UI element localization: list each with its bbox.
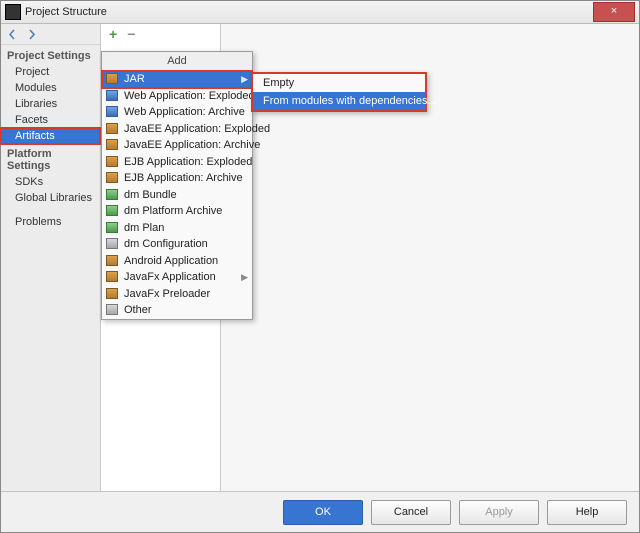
- sidebar-heading: Platform Settings: [1, 144, 100, 174]
- artifact-type-icon: [106, 73, 120, 85]
- add-menu-item[interactable]: dm Bundle: [102, 187, 252, 204]
- add-menu-item[interactable]: dm Configuration: [102, 236, 252, 253]
- add-menu-item-label: Web Application: Exploded: [124, 90, 255, 102]
- add-menu-item-label: dm Configuration: [124, 238, 208, 250]
- add-menu-item[interactable]: JAR ▶: [102, 71, 252, 88]
- jar-submenu-item[interactable]: From modules with dependencies...: [253, 92, 425, 110]
- nav-forward-icon[interactable]: [26, 29, 37, 40]
- add-menu-item[interactable]: JavaFx Preloader: [102, 286, 252, 303]
- add-menu-item-label: JavaFx Application: [124, 271, 216, 283]
- jar-submenu-item[interactable]: Empty: [253, 74, 425, 92]
- add-menu-item[interactable]: Web Application: Exploded: [102, 88, 252, 105]
- sidebar-item-problems[interactable]: Problems: [1, 214, 100, 230]
- content-area: Project SettingsProjectModulesLibrariesF…: [1, 24, 639, 491]
- artifact-type-icon: [106, 205, 120, 217]
- add-menu-item-label: EJB Application: Archive: [124, 172, 243, 184]
- add-menu-item-label: Android Application: [124, 255, 218, 267]
- artifact-type-icon: [106, 304, 120, 316]
- artifacts-toolbar: + −: [101, 24, 220, 45]
- jar-submenu-item-label: From modules with dependencies...: [257, 95, 437, 107]
- add-menu-item[interactable]: Other: [102, 302, 252, 319]
- artifact-type-icon: [106, 222, 120, 234]
- project-structure-window: Project Structure × Project SettingsProj…: [0, 0, 640, 533]
- jar-submenu-item-label: Empty: [257, 77, 294, 89]
- add-menu-item[interactable]: dm Platform Archive: [102, 203, 252, 220]
- sidebar-item-artifacts[interactable]: Artifacts: [1, 128, 100, 144]
- add-menu-item[interactable]: dm Plan: [102, 220, 252, 237]
- nav-back-icon[interactable]: [7, 29, 18, 40]
- add-menu-item-label: JavaEE Application: Archive: [124, 139, 260, 151]
- window-title: Project Structure: [25, 6, 107, 18]
- add-menu-item-label: dm Plan: [124, 222, 164, 234]
- artifact-type-icon: [106, 238, 120, 250]
- sidebar-heading: Project Settings: [1, 46, 100, 64]
- add-menu-item[interactable]: Android Application: [102, 253, 252, 270]
- add-artifact-button[interactable]: +: [109, 28, 117, 40]
- sidebar-item-modules[interactable]: Modules: [1, 80, 100, 96]
- sidebar: Project SettingsProjectModulesLibrariesF…: [1, 24, 101, 491]
- sidebar-item-libraries[interactable]: Libraries: [1, 96, 100, 112]
- add-menu-item-label: JavaEE Application: Exploded: [124, 123, 270, 135]
- artifact-type-icon: [106, 139, 120, 151]
- cancel-button[interactable]: Cancel: [371, 500, 451, 525]
- add-menu-item-label: dm Platform Archive: [124, 205, 222, 217]
- add-artifact-menu-title: Add: [102, 52, 252, 71]
- title-bar: Project Structure ×: [1, 1, 639, 24]
- help-button[interactable]: Help: [547, 500, 627, 525]
- window-close-button[interactable]: ×: [593, 2, 635, 22]
- dialog-footer: OK Cancel Apply Help: [1, 491, 639, 532]
- sidebar-item-facets[interactable]: Facets: [1, 112, 100, 128]
- add-artifact-menu: Add JAR ▶ Web Application: Exploded Web App…: [101, 51, 253, 320]
- ok-button[interactable]: OK: [283, 500, 363, 525]
- artifact-type-icon: [106, 271, 120, 283]
- sidebar-item-sdks[interactable]: SDKs: [1, 174, 100, 190]
- apply-button: Apply: [459, 500, 539, 525]
- add-menu-item-label: JAR: [124, 73, 145, 85]
- sidebar-item-project[interactable]: Project: [1, 64, 100, 80]
- add-menu-item-label: Other: [124, 304, 152, 316]
- artifact-type-icon: [106, 90, 120, 102]
- add-menu-item[interactable]: Web Application: Archive: [102, 104, 252, 121]
- add-menu-item[interactable]: EJB Application: Exploded: [102, 154, 252, 171]
- artifact-type-icon: [106, 189, 120, 201]
- add-menu-item[interactable]: JavaEE Application: Exploded: [102, 121, 252, 138]
- artifact-type-icon: [106, 156, 120, 168]
- add-menu-item-label: Web Application: Archive: [124, 106, 245, 118]
- add-menu-item-label: JavaFx Preloader: [124, 288, 210, 300]
- add-menu-item[interactable]: JavaFx Application ▶: [102, 269, 252, 286]
- jar-submenu: Empty From modules with dependencies...: [251, 72, 427, 112]
- app-icon: [5, 4, 21, 20]
- add-menu-item[interactable]: JavaEE Application: Archive: [102, 137, 252, 154]
- add-menu-item-label: EJB Application: Exploded: [124, 156, 252, 168]
- submenu-arrow-icon: ▶: [241, 74, 248, 85]
- add-menu-item-label: dm Bundle: [124, 189, 177, 201]
- artifact-type-icon: [106, 288, 120, 300]
- sidebar-toolbar: [1, 24, 100, 45]
- add-menu-item[interactable]: EJB Application: Archive: [102, 170, 252, 187]
- artifact-type-icon: [106, 172, 120, 184]
- remove-artifact-button[interactable]: −: [127, 28, 135, 40]
- artifact-type-icon: [106, 123, 120, 135]
- artifact-type-icon: [106, 106, 120, 118]
- artifact-type-icon: [106, 255, 120, 267]
- submenu-arrow-icon: ▶: [241, 272, 248, 283]
- sidebar-item-global-libraries[interactable]: Global Libraries: [1, 190, 100, 206]
